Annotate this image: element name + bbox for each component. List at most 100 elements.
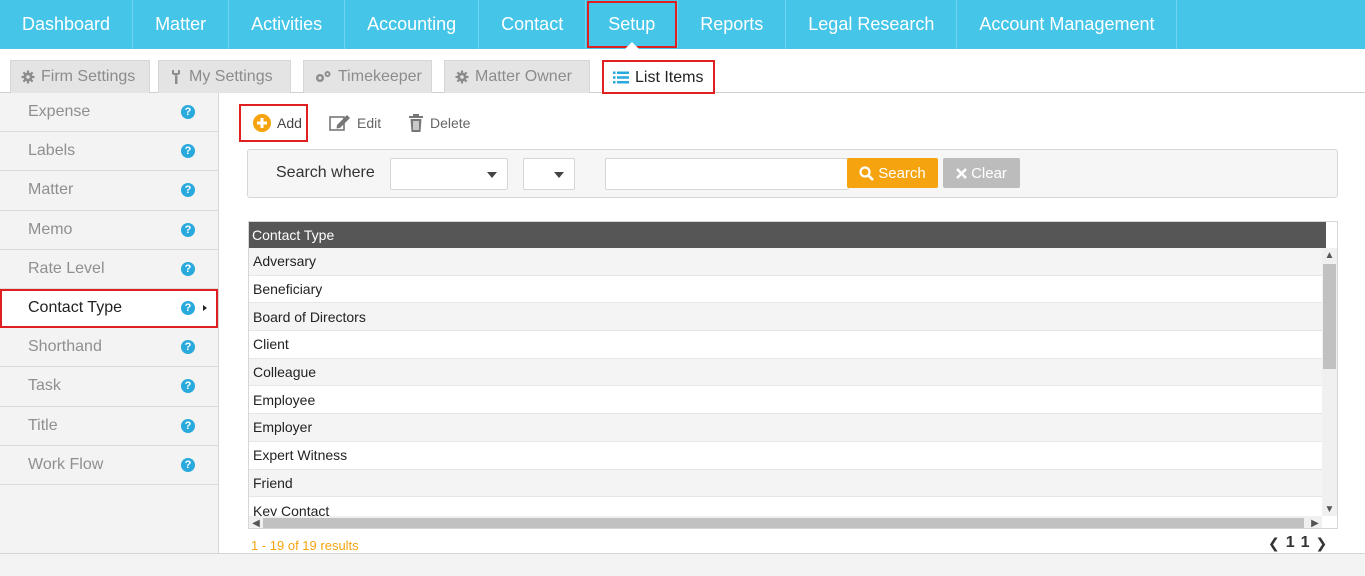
edit-icon xyxy=(329,114,351,132)
sidebar-item-rate-level[interactable]: Rate Level? xyxy=(0,249,218,289)
sidebar-item-label: Labels xyxy=(28,142,76,160)
table-row[interactable]: Expert Witness xyxy=(249,442,1322,470)
horizontal-scroll-thumb[interactable] xyxy=(263,518,1304,528)
grid-body: Adversary Beneficiary Board of Directors… xyxy=(249,248,1322,516)
table-row[interactable]: Key Contact xyxy=(249,497,1322,516)
help-icon[interactable]: ? xyxy=(181,457,195,472)
setup-subtabs: Firm Settings My Settings Timekeeper Mat… xyxy=(0,49,1365,94)
edit-button[interactable]: Edit xyxy=(329,104,381,142)
tab-matter-owner-label: Matter Owner xyxy=(475,68,572,85)
chevron-down-icon xyxy=(554,172,564,178)
next-page-icon[interactable]: ❯ xyxy=(1316,535,1328,552)
clear-button[interactable]: Clear xyxy=(943,158,1020,188)
table-row[interactable]: Beneficiary xyxy=(249,276,1322,304)
nav-accounting[interactable]: Accounting xyxy=(345,0,480,49)
help-icon[interactable]: ? xyxy=(181,340,195,355)
help-icon[interactable]: ? xyxy=(181,261,195,276)
sidebar-item-matter[interactable]: Matter? xyxy=(0,171,218,211)
tab-my-settings-label: My Settings xyxy=(189,68,273,85)
nav-setup[interactable]: Setup xyxy=(586,0,679,49)
nav-matter[interactable]: Matter xyxy=(133,0,230,49)
table-row[interactable]: Employee xyxy=(249,386,1322,415)
table-row[interactable]: Adversary xyxy=(249,248,1322,276)
help-icon[interactable]: ? xyxy=(181,183,195,198)
plus-circle-icon xyxy=(253,114,271,132)
help-icon[interactable]: ? xyxy=(181,105,195,120)
sidebar-item-label: Expense xyxy=(28,103,91,121)
tab-list-items[interactable]: List Items xyxy=(602,60,715,94)
clear-button-label: Clear xyxy=(971,164,1007,182)
scroll-left-icon[interactable]: ◀ xyxy=(249,516,263,529)
search-operator-select[interactable] xyxy=(523,158,575,190)
help-icon[interactable]: ? xyxy=(181,379,195,394)
edit-button-label: Edit xyxy=(357,115,382,131)
list-items-sidebar: Expense? Labels? Matter? Memo? Rate Leve… xyxy=(0,93,219,553)
add-button-label: Add xyxy=(277,115,302,131)
nav-activities[interactable]: Activities xyxy=(229,0,346,49)
sidebar-item-label: Title xyxy=(28,416,58,434)
horizontal-scrollbar[interactable]: ◀ ▶ xyxy=(249,516,1322,529)
close-icon xyxy=(956,167,967,179)
help-icon[interactable]: ? xyxy=(181,144,195,159)
search-icon xyxy=(859,165,875,181)
nav-reports[interactable]: Reports xyxy=(678,0,787,49)
sidebar-item-shorthand[interactable]: Shorthand? xyxy=(0,328,218,368)
tab-timekeeper[interactable]: Timekeeper xyxy=(303,60,432,93)
tab-my-settings[interactable]: My Settings xyxy=(158,60,291,93)
sidebar-item-memo[interactable]: Memo? xyxy=(0,210,218,250)
sidebar-item-expense[interactable]: Expense? xyxy=(0,93,218,133)
sidebar-item-contact-type[interactable]: Contact Type? xyxy=(0,288,218,329)
table-row[interactable]: Employer xyxy=(249,414,1322,442)
search-button-label: Search xyxy=(878,164,926,182)
prev-page-icon[interactable]: ❮ xyxy=(1268,535,1280,552)
nav-contact[interactable]: Contact xyxy=(479,0,587,49)
help-icon[interactable]: ? xyxy=(181,301,195,316)
gear-icon xyxy=(21,70,35,84)
sidebar-item-label: Rate Level xyxy=(28,259,105,277)
list-icon xyxy=(613,71,629,84)
sidebar-item-label: Task xyxy=(28,377,61,395)
vertical-scroll-thumb[interactable] xyxy=(1323,264,1336,369)
add-button[interactable]: Add xyxy=(239,104,308,142)
sidebar-item-label: Shorthand xyxy=(28,338,102,356)
help-icon[interactable]: ? xyxy=(181,418,195,433)
search-field-select[interactable] xyxy=(390,158,508,190)
sidebar-item-labels[interactable]: Labels? xyxy=(0,132,218,172)
pager: ❮ 1 1 ❯ xyxy=(1268,534,1327,552)
sidebar-item-work-flow[interactable]: Work Flow? xyxy=(0,445,218,485)
tab-firm-settings[interactable]: Firm Settings xyxy=(10,60,150,93)
current-page[interactable]: 1 xyxy=(1286,534,1295,552)
tab-matter-owner[interactable]: Matter Owner xyxy=(444,60,590,93)
table-row[interactable]: Friend xyxy=(249,469,1322,498)
wrench-icon xyxy=(169,69,183,85)
help-icon[interactable]: ? xyxy=(181,222,195,237)
caret-right-icon xyxy=(203,305,207,312)
scroll-up-icon[interactable]: ▲ xyxy=(1322,248,1337,262)
table-row[interactable]: Board of Directors xyxy=(249,303,1322,332)
sidebar-item-task[interactable]: Task? xyxy=(0,367,218,407)
table-row[interactable]: Client xyxy=(249,331,1322,359)
table-row[interactable]: Colleague xyxy=(249,358,1322,387)
nav-dashboard[interactable]: Dashboard xyxy=(0,0,134,49)
search-button[interactable]: Search xyxy=(847,158,938,188)
chevron-down-icon xyxy=(487,172,497,178)
search-where-label: Search where xyxy=(276,164,375,181)
vertical-scrollbar[interactable]: ▲ ▼ xyxy=(1322,248,1337,516)
nav-legal-research[interactable]: Legal Research xyxy=(786,0,958,49)
delete-button[interactable]: Delete xyxy=(408,104,470,142)
results-count: 1 - 19 of 19 results xyxy=(251,538,359,553)
trash-icon xyxy=(408,114,424,132)
scroll-down-icon[interactable]: ▼ xyxy=(1322,502,1337,516)
sidebar-item-title[interactable]: Title? xyxy=(0,406,218,446)
total-pages: 1 xyxy=(1300,534,1310,551)
scroll-right-icon[interactable]: ▶ xyxy=(1308,516,1322,529)
tab-list-items-label: List Items xyxy=(635,68,704,86)
nav-account-management[interactable]: Account Management xyxy=(957,0,1178,49)
sidebar-item-label: Memo xyxy=(28,220,73,238)
tab-timekeeper-label: Timekeeper xyxy=(338,68,422,85)
gear-icon xyxy=(455,70,469,84)
footer-bar xyxy=(0,553,1365,576)
delete-button-label: Delete xyxy=(430,115,471,131)
column-header-contact-type[interactable]: Contact Type xyxy=(249,222,1326,248)
search-input[interactable] xyxy=(605,158,849,190)
